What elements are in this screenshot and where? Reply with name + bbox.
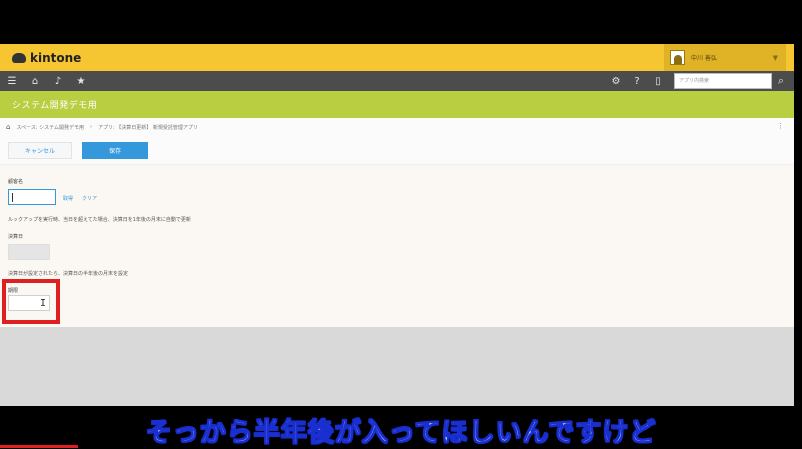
settlement-help-text: 決算日が設定されたら、決算日の半年後の月末を設定 (8, 271, 129, 277)
home-icon[interactable]: ⌂ (29, 74, 41, 88)
breadcrumb-separator: › (89, 124, 92, 130)
user-name: 中川 善弘 (691, 55, 717, 62)
lookup-help-text: ルックアップを実行時、当日を超えてた場合、決算日を1年後の月末に自動で更新 (8, 217, 191, 223)
breadcrumb-app[interactable]: アプリ: 【決算日更新】 新規受託管理アプリ (98, 124, 198, 131)
customer-lookup-input[interactable] (8, 189, 56, 205)
space-header: システム開発デモ用 (0, 91, 794, 118)
avatar (670, 50, 685, 65)
cancel-button[interactable]: キャンセル (8, 142, 72, 159)
customer-field-label: 顧客名 (8, 179, 24, 185)
top-header: kintone 中川 善弘 ▼ (0, 44, 794, 71)
highlight-box (2, 279, 60, 324)
save-button[interactable]: 保存 (82, 142, 148, 159)
breadcrumb-space[interactable]: スペース: システム開発デモ用 (16, 124, 84, 131)
space-title: システム開発デモ用 (12, 101, 98, 111)
lookup-clear-link[interactable]: クリア (82, 195, 97, 202)
caption-text: そっから半年後が入ってほしいんですけど (145, 418, 657, 449)
logo-text: kintone (30, 51, 82, 65)
caption-bar: そっから半年後が入ってほしいんですけど (0, 406, 802, 449)
help-icon[interactable]: ? (631, 74, 643, 88)
menu-icon[interactable]: ☰ (6, 74, 18, 88)
more-options-icon[interactable]: ⋮ (777, 122, 784, 130)
gear-icon[interactable]: ⚙ (610, 74, 622, 88)
home-icon[interactable]: ⌂ (6, 123, 10, 131)
chevron-down-icon: ▼ (772, 53, 778, 62)
settlement-date-field (8, 244, 50, 260)
search-icon[interactable]: ⌕ (772, 72, 790, 90)
mobile-icon[interactable]: ▯ (652, 74, 664, 88)
kintone-app-window: kintone 中川 善弘 ▼ ☰ ⌂ ♪ ★ ⚙ ? ▯ アプリ内検索 ⌕ シ… (0, 44, 794, 406)
record-toolbar: キャンセル 保存 (0, 136, 794, 164)
breadcrumb: ⌂ スペース: システム開発デモ用 › アプリ: 【決算日更新】 新規受託管理ア… (0, 118, 794, 137)
settlement-date-label: 決算日 (8, 234, 24, 240)
global-navbar: ☰ ⌂ ♪ ★ ⚙ ? ▯ アプリ内検索 ⌕ (0, 71, 794, 91)
logo-icon (12, 53, 26, 63)
lookup-get-link[interactable]: 取得 (63, 195, 73, 202)
search-input[interactable]: アプリ内検索 (674, 73, 772, 89)
star-icon[interactable]: ★ (75, 74, 87, 88)
record-form: 顧客名 取得 クリア ルックアップを実行時、当日を超えてた場合、決算日を1年後の… (0, 164, 794, 327)
user-menu[interactable]: 中川 善弘 ▼ (664, 44, 786, 71)
text-caret (12, 193, 13, 202)
kintone-logo[interactable]: kintone (12, 50, 81, 66)
bell-icon[interactable]: ♪ (52, 74, 64, 88)
video-frame: kintone 中川 善弘 ▼ ☰ ⌂ ♪ ★ ⚙ ? ▯ アプリ内検索 ⌕ シ… (0, 0, 802, 449)
